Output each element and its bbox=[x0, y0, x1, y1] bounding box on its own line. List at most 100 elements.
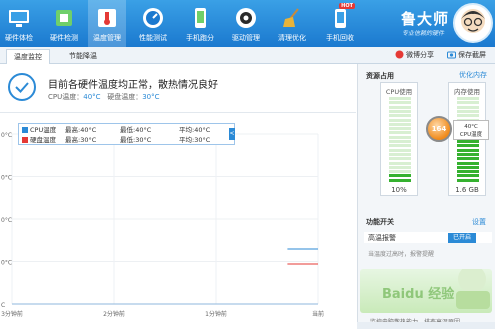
broom-icon bbox=[283, 8, 299, 27]
y-tick-label: 0°C bbox=[1, 260, 12, 267]
x-tick-label: 当前 bbox=[312, 310, 324, 318]
resource-title: 资源占用 bbox=[366, 72, 394, 80]
cpu-meter-label: CPU使用 bbox=[385, 88, 413, 96]
brand-title: 鲁大师 bbox=[401, 10, 450, 28]
tooltip-label: CPU温度 bbox=[459, 132, 483, 138]
camera-icon bbox=[447, 51, 456, 59]
settings-link[interactable]: 设置 bbox=[472, 217, 486, 227]
legend-min: 最低:40°C bbox=[120, 126, 152, 134]
y-tick-labels: 0°C 0°C 0°C 0°C C bbox=[1, 132, 12, 309]
top-nav-bar: 硬件体检 硬件检测 温度管理 性能测试 手机跑分 驱动管理 清理优化 HOT 手… bbox=[0, 0, 495, 47]
brand-subtitle: 专业信赖的硬件 bbox=[402, 30, 445, 37]
gear-icon bbox=[236, 8, 256, 28]
legend-row-disk: 硬盘温度 最高:30°C 最低:30°C 平均:30°C bbox=[19, 135, 230, 145]
share-label: 微博分享 bbox=[406, 51, 434, 59]
meter-segment bbox=[457, 157, 479, 161]
temperature-gauge: 164 bbox=[426, 116, 452, 142]
meter-segment bbox=[389, 97, 411, 100]
nav-item-driver[interactable]: 驱动管理 bbox=[227, 0, 265, 47]
speedometer-icon bbox=[143, 8, 163, 28]
nav-item-cleanup[interactable]: 清理优化 bbox=[273, 0, 311, 47]
nav-label: 清理优化 bbox=[278, 34, 306, 42]
nav-label: 手机跑分 bbox=[186, 34, 214, 42]
tab-energy-saving[interactable]: 节能降温 bbox=[60, 49, 106, 64]
legend-min: 最低:30°C bbox=[120, 136, 152, 144]
meter-segment bbox=[389, 144, 411, 148]
meter-segment bbox=[457, 97, 479, 100]
function-switch-title: 功能开关 bbox=[366, 218, 394, 226]
meter-segment bbox=[389, 105, 411, 109]
chart-grid bbox=[11, 133, 319, 305]
meter-segment bbox=[457, 140, 479, 143]
meter-segment bbox=[389, 114, 411, 118]
promo-banner[interactable]: Baidu 经验 bbox=[360, 269, 492, 313]
meter-segment bbox=[389, 148, 411, 152]
y-tick-label: 0°C bbox=[1, 217, 12, 224]
share-icon bbox=[395, 50, 404, 59]
monitor-icon bbox=[9, 10, 29, 27]
meter-segment bbox=[389, 109, 411, 113]
meter-segment bbox=[389, 135, 411, 139]
meter-segment bbox=[457, 174, 479, 178]
meter-segment bbox=[389, 118, 411, 122]
tab-row: 温度监控 节能降温 微博分享 保存截屏 bbox=[0, 47, 495, 64]
meter-segment bbox=[457, 148, 479, 152]
meter-segment bbox=[457, 170, 479, 174]
legend-max: 最高:40°C bbox=[65, 126, 97, 134]
legend-name: 硬盘温度 bbox=[30, 136, 56, 144]
meter-segment bbox=[389, 131, 411, 135]
tooltip-value: 40°C bbox=[464, 124, 478, 130]
nav-item-phone-recycle[interactable]: HOT 手机回收 bbox=[321, 0, 359, 47]
alert-toggle[interactable]: 已开启 bbox=[448, 233, 476, 243]
nav-item-temperature[interactable]: 温度管理 bbox=[88, 0, 126, 47]
nav-item-benchmark[interactable]: 性能测试 bbox=[134, 0, 172, 47]
memory-bar-stack bbox=[457, 97, 479, 183]
memory-meter-value: 1.6 GB bbox=[455, 186, 479, 194]
phone-icon bbox=[195, 8, 206, 28]
x-tick-labels: 3分钟前 2分钟前 1分钟前 当前 bbox=[1, 310, 324, 318]
meter-segment bbox=[389, 122, 411, 126]
hot-badge: HOT bbox=[339, 3, 355, 9]
nav-item-hardware-checkup[interactable]: 硬件体检 bbox=[0, 0, 38, 47]
legend-avg: 平均:40°C bbox=[179, 126, 211, 134]
bottom-bar bbox=[357, 322, 495, 329]
mascot-avatar[interactable] bbox=[453, 3, 493, 43]
y-tick-label: 0°C bbox=[1, 175, 12, 182]
meter-segment bbox=[457, 114, 479, 118]
legend-collapse-button[interactable]: < bbox=[229, 128, 235, 140]
legend-max: 最高:30°C bbox=[65, 136, 97, 144]
nav-label: 手机回收 bbox=[326, 34, 354, 42]
optimize-memory-link[interactable]: 优化内存 bbox=[459, 70, 487, 80]
nav-label: 温度管理 bbox=[93, 34, 121, 42]
nav-item-phone-score[interactable]: 手机跑分 bbox=[181, 0, 219, 47]
meter-segment bbox=[389, 101, 411, 105]
weibo-share-button[interactable]: 微博分享 bbox=[395, 50, 434, 61]
cpu-bar-stack bbox=[389, 97, 411, 183]
alert-label: 高温报警 bbox=[368, 234, 396, 242]
meter-segment bbox=[457, 109, 479, 113]
save-screenshot-button[interactable]: 保存截屏 bbox=[447, 50, 486, 61]
x-tick-label: 1分钟前 bbox=[205, 310, 227, 318]
alert-description: 当温度过高时，报警提醒 bbox=[368, 251, 435, 258]
thermometer-icon bbox=[98, 9, 116, 27]
legend-swatch-cpu bbox=[22, 127, 28, 133]
meter-segment bbox=[389, 161, 411, 165]
meter-segment bbox=[389, 140, 411, 143]
meter-segment bbox=[457, 161, 479, 165]
tab-temperature-monitor[interactable]: 温度监控 bbox=[6, 49, 50, 64]
x-tick-label: 2分钟前 bbox=[103, 310, 125, 318]
meter-segment bbox=[457, 101, 479, 105]
nav-label: 驱动管理 bbox=[232, 34, 260, 42]
cpu-meter-value: 10% bbox=[391, 186, 407, 194]
nav-label: 性能测试 bbox=[139, 34, 167, 42]
y-tick-label: C bbox=[1, 302, 5, 309]
high-temp-alert-row: 高温报警 已开启 bbox=[364, 232, 492, 243]
nav-item-hardware-detect[interactable]: 硬件检测 bbox=[45, 0, 83, 47]
meter-segment bbox=[457, 144, 479, 148]
chart-legend: CPU温度 最高:40°C 最低:40°C 平均:40°C 硬盘温度 最高:30… bbox=[18, 123, 235, 145]
memory-meter-label: 内存使用 bbox=[454, 88, 480, 96]
meter-segment bbox=[389, 152, 411, 156]
meter-segment bbox=[389, 127, 411, 131]
meter-segment bbox=[389, 174, 411, 178]
meter-segment bbox=[389, 157, 411, 161]
